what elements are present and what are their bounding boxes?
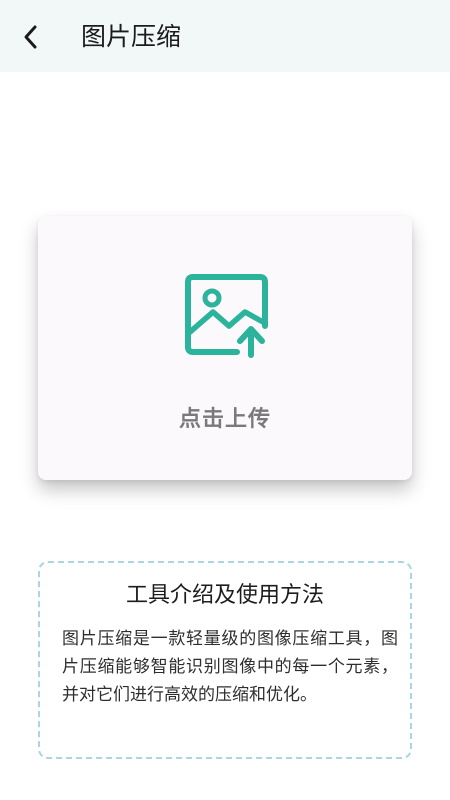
upload-card[interactable]: 点击上传: [38, 216, 412, 480]
intro-text: 图片压缩是一款轻量级的图像压缩工具，图片压缩能够智能识别图像中的每一个元素，并对…: [62, 629, 398, 705]
tool-intro-box: 工具介绍及使用方法 图片压缩是一款轻量级的图像压缩工具，图片压缩能够智能识别图像…: [38, 561, 412, 759]
page-title: 图片压缩: [81, 22, 182, 51]
chevron-left-icon: [24, 25, 37, 49]
back-button[interactable]: [14, 20, 48, 54]
image-upload-icon: [185, 274, 268, 358]
upload-label: 点击上传: [178, 407, 271, 432]
app-header: 图片压缩: [0, 0, 450, 72]
intro-title: 工具介绍及使用方法: [125, 583, 324, 608]
